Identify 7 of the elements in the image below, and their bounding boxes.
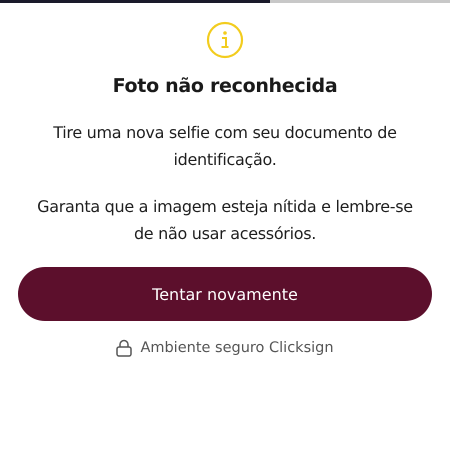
message-text: Garanta que a imagem esteja nítida e lembre-se de não usar acessórios. — [36, 196, 414, 245]
title: Foto não reconhecida — [112, 75, 338, 97]
retry-button[interactable]: Tentar novamente — [18, 267, 432, 321]
info-icon — [206, 21, 244, 59]
lock-icon — [116, 339, 132, 357]
secure-environment-text: Ambiente seguro Clicksign — [140, 340, 334, 356]
message-text: Tire uma nova selfie com seu documento de identificação. — [52, 122, 398, 171]
